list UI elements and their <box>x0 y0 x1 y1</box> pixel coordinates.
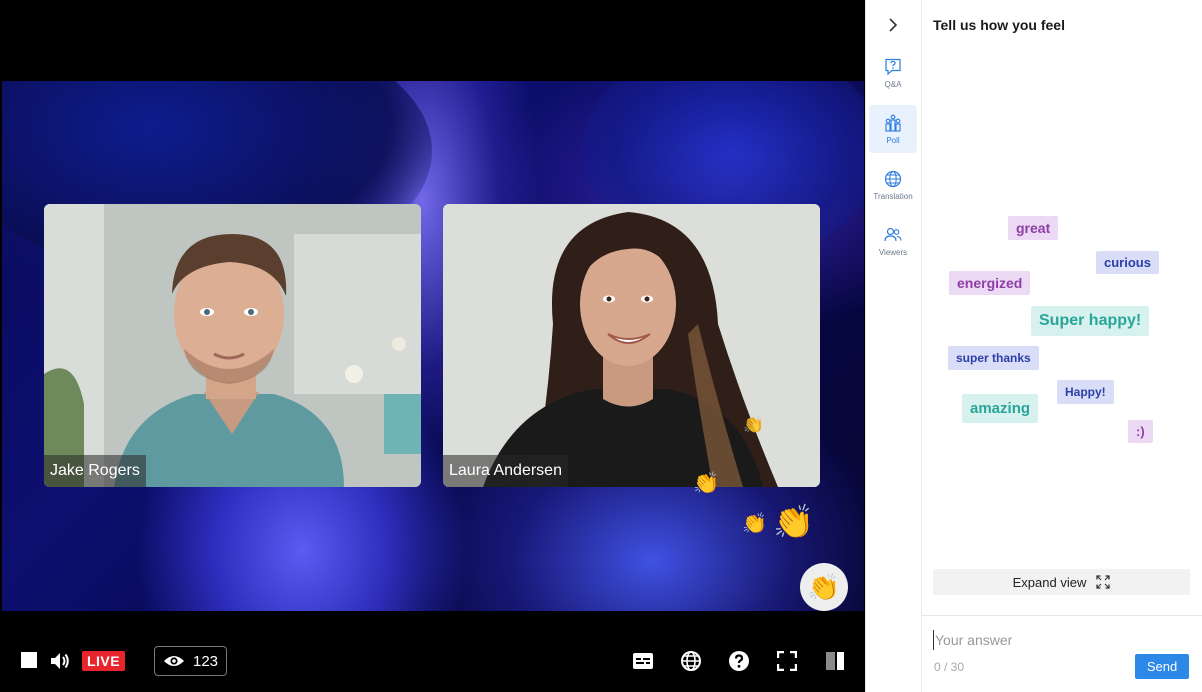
stop-icon <box>21 652 37 668</box>
captions-icon <box>633 653 653 669</box>
sidebar-item-viewers[interactable]: Viewers <box>869 217 917 265</box>
chevron-right-icon <box>889 18 898 32</box>
word-cloud-item: amazing <box>962 394 1039 423</box>
clapping-hands-icon: 👏 <box>807 571 841 602</box>
volume-button[interactable] <box>49 650 71 672</box>
sidebar-item-qa[interactable]: Q&A <box>869 49 917 97</box>
word-cloud-item: Happy! <box>1057 380 1114 404</box>
qa-icon <box>885 58 901 75</box>
participant-name: Laura Andersen <box>443 455 568 487</box>
side-nav: Q&A Poll Translation Viewers <box>866 0 922 692</box>
language-button[interactable] <box>680 650 702 672</box>
layout-toggle-button[interactable] <box>824 650 846 672</box>
viewers-icon <box>884 227 902 241</box>
expand-icon <box>1096 575 1111 589</box>
layout-icon <box>826 652 844 670</box>
live-badge: LIVE <box>82 651 125 671</box>
word-cloud-item: :) <box>1128 420 1153 443</box>
word-cloud-item: great <box>1008 216 1059 240</box>
volume-icon <box>51 653 69 669</box>
fullscreen-button[interactable] <box>776 650 798 672</box>
collapse-panel-button[interactable] <box>884 16 902 34</box>
sidebar-item-label: Viewers <box>878 247 908 257</box>
globe-icon <box>681 651 701 671</box>
reaction-button[interactable]: 👏 <box>800 563 848 611</box>
viewer-count: 123 <box>154 646 227 676</box>
poll-title: Tell us how you feel <box>933 17 1065 33</box>
fullscreen-icon <box>777 651 797 671</box>
clapping-hands-icon: 👏 <box>743 415 765 434</box>
eye-icon <box>164 656 184 666</box>
sidebar-item-label: Poll <box>886 135 900 145</box>
word-cloud-item: energized <box>949 271 1031 295</box>
word-cloud-item: Super happy! <box>1031 306 1150 336</box>
expand-view-button[interactable]: Expand view <box>933 569 1190 595</box>
globe-icon <box>884 170 902 187</box>
clapping-hands-icon: 👏 <box>742 513 767 535</box>
participant-video <box>44 204 421 487</box>
answer-composer: 0 / 30 Send <box>922 615 1202 692</box>
participant-tile: Jake Rogers <box>44 204 421 487</box>
participant-tile: Laura Andersen <box>443 204 820 487</box>
viewer-count-value: 123 <box>193 652 219 670</box>
poll-icon <box>885 114 901 132</box>
captions-button[interactable] <box>632 650 654 672</box>
stop-button[interactable] <box>20 651 38 669</box>
help-button[interactable] <box>728 650 750 672</box>
clapping-hands-icon: 👏 <box>693 472 720 495</box>
sidebar-item-label: Q&A <box>884 79 902 89</box>
help-icon <box>729 651 749 671</box>
word-cloud-item: super thanks <box>948 346 1039 370</box>
participant-name: Jake Rogers <box>44 455 146 487</box>
video-player[interactable]: Jake Rogers Laura Andersen 👏 👏 👏 👏 👏 LIV… <box>0 0 866 692</box>
participant-video <box>443 204 820 487</box>
sidebar-item-translation[interactable]: Translation <box>869 161 917 209</box>
character-counter: 0 / 30 <box>934 660 965 674</box>
answer-input[interactable] <box>933 630 1123 650</box>
clapping-hands-icon: 👏 <box>773 503 815 540</box>
poll-panel: Tell us how you feel great curious energ… <box>922 0 1202 692</box>
sidebar-item-label: Translation <box>873 191 913 201</box>
sidebar-item-poll[interactable]: Poll <box>869 105 917 153</box>
expand-view-label: Expand view <box>1012 574 1087 590</box>
send-button[interactable]: Send <box>1135 654 1189 679</box>
word-cloud-item: curious <box>1096 251 1159 274</box>
